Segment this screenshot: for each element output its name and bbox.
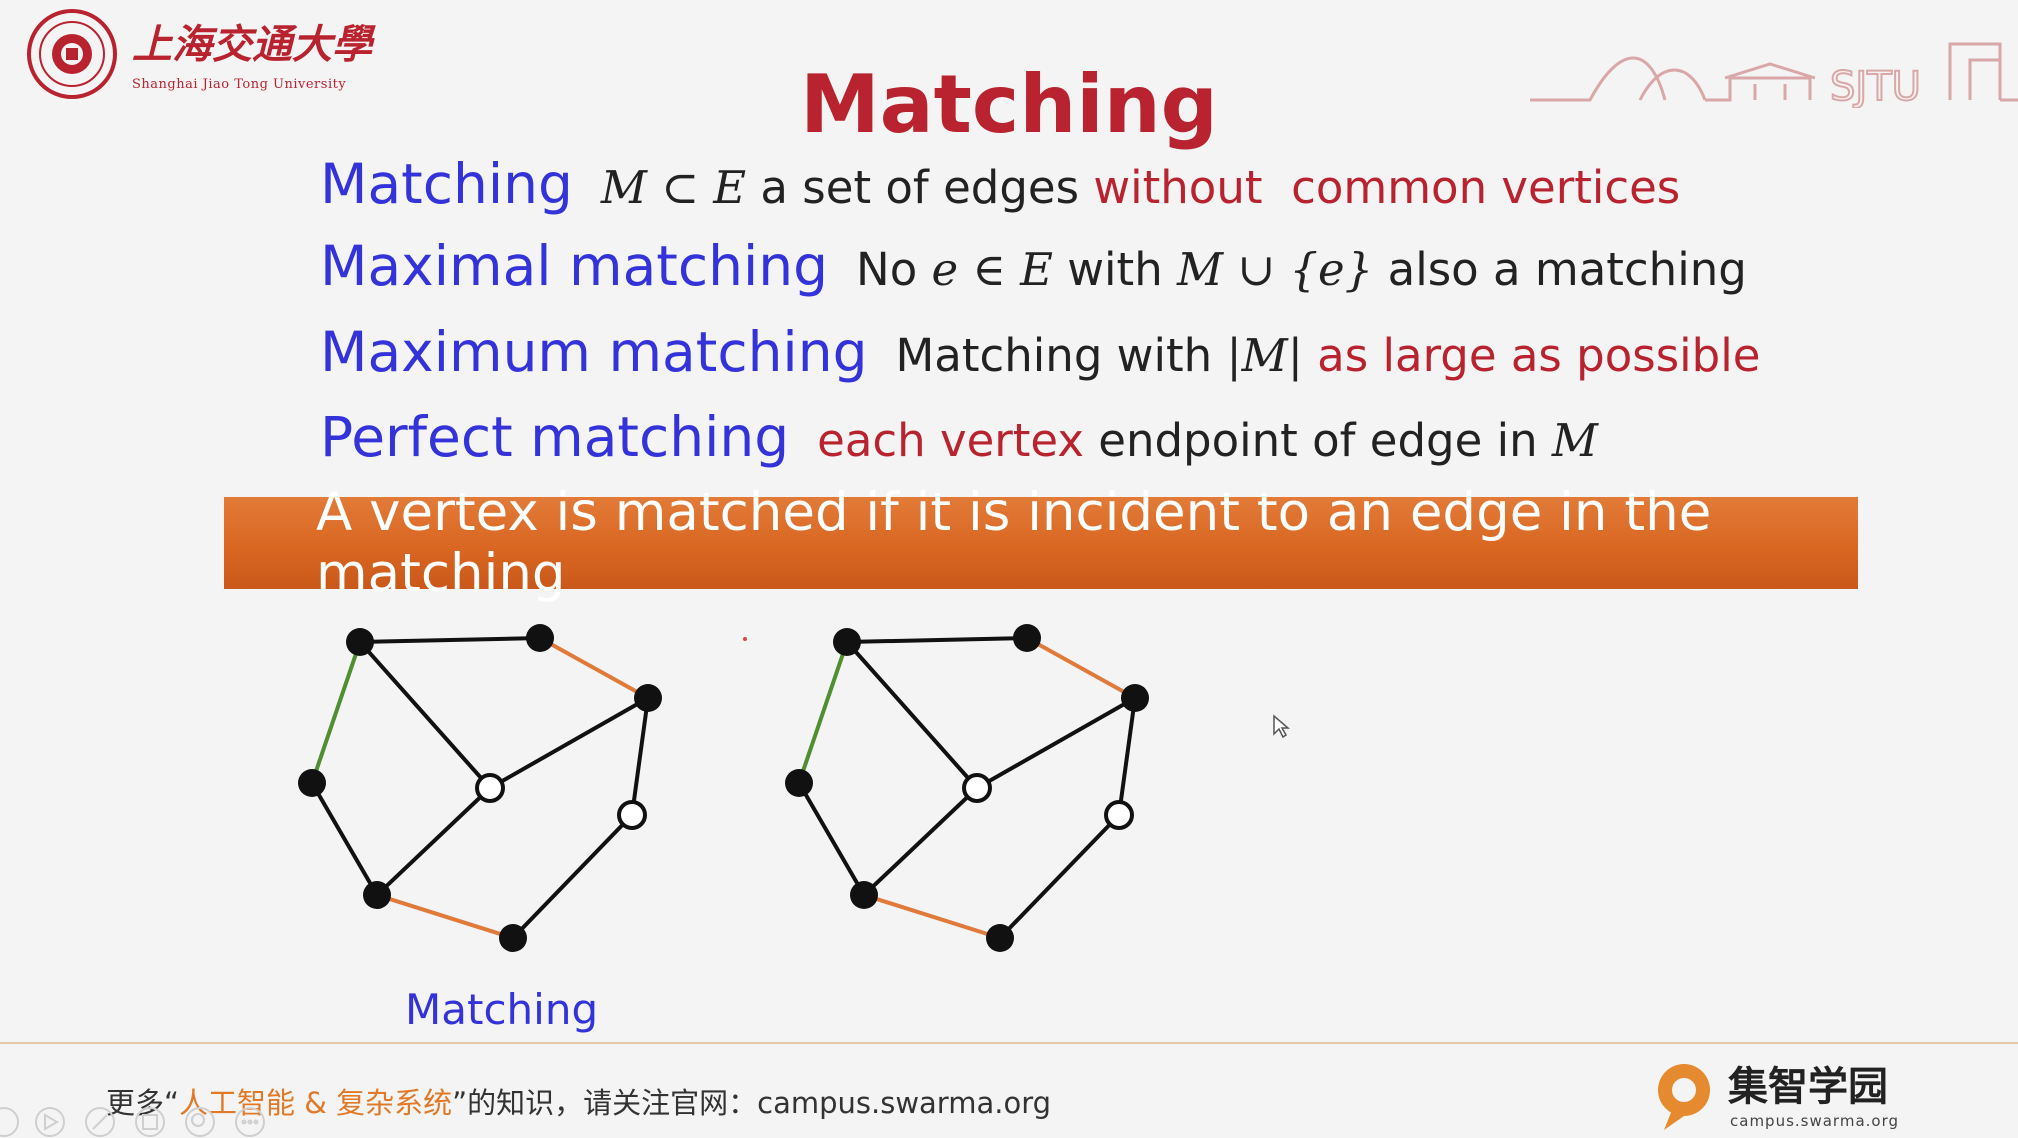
slide-title: Matching [800, 58, 1218, 151]
graph-right [785, 624, 1149, 952]
graph-edge [845, 640, 979, 790]
graph-edge-green [797, 641, 849, 784]
swarma-brand-icon: 集智学园 campus.swarma.org [1658, 1064, 1899, 1130]
graph-edge [489, 696, 649, 790]
graph-edge [797, 781, 866, 897]
graph-edge [998, 813, 1121, 940]
graph-left [298, 624, 662, 952]
definition-highlight: each vertex [817, 414, 1084, 467]
graph-edge [375, 786, 492, 897]
matched-vertex [1013, 624, 1041, 652]
matched-vertex [1121, 684, 1149, 712]
unmatched-vertex [475, 773, 505, 803]
math-expression: M ⊂ E [600, 161, 747, 214]
footer-divider [0, 1042, 2018, 1044]
brand-url: campus.swarma.org [1730, 1112, 1899, 1130]
definition-banner: A vertex is matched if it is incident to… [224, 482, 1858, 604]
matched-edge [376, 893, 514, 940]
term-label: Maximum matching [320, 320, 868, 384]
matched-vertex [298, 769, 326, 797]
matched-vertex [785, 769, 813, 797]
definition-text: with [1052, 243, 1178, 296]
graph-edge [310, 781, 379, 897]
matched-edge [539, 636, 649, 700]
definition-text: also a matching [1373, 243, 1747, 296]
unmatched-vertex [962, 773, 992, 803]
footer-url[interactable]: campus.swarma.org [757, 1086, 1051, 1120]
graph-caption: Matching [405, 985, 599, 1034]
matched-vertex [526, 624, 554, 652]
definition-row-maximum-matching: Maximum matching Matching with |M| as la… [320, 320, 1760, 384]
matched-vertex [833, 628, 861, 656]
graph-edge [359, 636, 541, 644]
matching-graph-illustrations [298, 624, 1149, 952]
swarma-logo: 集智学园 campus.swarma.org [1650, 1058, 1920, 1134]
laser-pointer-dot [743, 637, 747, 641]
matched-vertex [499, 924, 527, 952]
play-icon[interactable] [35, 1107, 65, 1137]
mouse-cursor-icon [1273, 714, 1291, 739]
more-options-icon[interactable] [235, 1107, 265, 1137]
definition-text: Matching with [895, 329, 1227, 382]
matched-vertex [986, 924, 1014, 952]
footer-suffix: ”的知识，请关注官网： [452, 1086, 758, 1120]
previous-icon[interactable] [0, 1107, 19, 1137]
zoom-icon[interactable] [185, 1107, 215, 1137]
term-label: Perfect matching [320, 405, 790, 469]
definition-text: endpoint of edge in [1083, 414, 1552, 467]
slideshow-controls [0, 1107, 265, 1137]
matched-edge [863, 893, 1001, 940]
definition-row-perfect-matching: Perfect matching each vertex endpoint of… [320, 405, 1598, 469]
unmatched-vertex [1104, 800, 1134, 830]
graph-edge [1117, 697, 1137, 816]
unmatched-vertex [617, 800, 647, 830]
definition-highlight: as large as possible [1302, 329, 1761, 382]
definition-row-matching: Matching M ⊂ E a set of edges without co… [320, 152, 1680, 216]
matched-vertex [346, 628, 374, 656]
matched-vertex [363, 881, 391, 909]
graph-edge [358, 640, 492, 790]
matched-vertex [634, 684, 662, 712]
graph-edge [630, 697, 650, 816]
graph-edge [511, 813, 634, 940]
banner-text: A vertex is matched if it is incident to… [316, 482, 1712, 604]
definition-text: No [856, 243, 932, 296]
graph-edge-green [310, 641, 362, 784]
term-label: Maximal matching [320, 234, 829, 298]
term-label: Matching [320, 152, 573, 216]
matched-edge [1026, 636, 1136, 700]
graph-edge [976, 696, 1136, 790]
math-expression: M ∪ {e} [1177, 243, 1374, 296]
slides-icon[interactable] [135, 1107, 165, 1137]
math-expression: M [1551, 414, 1598, 467]
graph-edge [846, 636, 1028, 644]
graph-edge [862, 786, 979, 897]
matched-vertex [850, 881, 878, 909]
brand-name-cn: 集智学园 [1727, 1064, 1888, 1110]
definition-highlight: without common vertices [1093, 161, 1681, 214]
definition-row-maximal-matching: Maximal matching No e ∈ E with M ∪ {e} a… [320, 234, 1747, 298]
math-expression: e ∈ E [931, 243, 1053, 296]
math-expression: |M| [1226, 329, 1303, 382]
definition-text: a set of edges [746, 161, 1094, 214]
